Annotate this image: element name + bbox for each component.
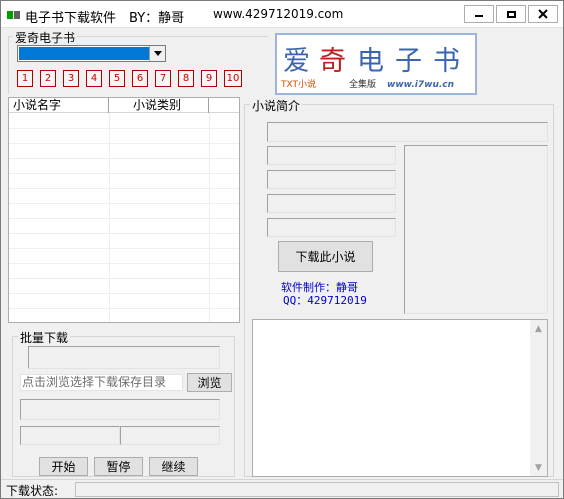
status-value [75,482,559,497]
description-scrollbar[interactable]: ▲ ▼ [530,320,547,476]
dropdown-selection [19,47,149,60]
maximize-button[interactable] [496,5,526,23]
logo-sub-mid: 全集版 [349,80,377,90]
book-source-dropdown[interactable] [17,45,166,62]
download-novel-button[interactable]: 下载此小说 [278,241,373,272]
logo-char: 子 [395,46,422,77]
scroll-down-icon[interactable]: ▼ [530,459,547,476]
novel-author-field [267,146,396,165]
page-button-4[interactable]: 4 [86,70,102,87]
resume-button[interactable]: 继续 [149,457,198,476]
start-button[interactable]: 开始 [39,457,88,476]
scroll-up-icon[interactable]: ▲ [530,320,547,337]
credit-qq: QQ：429712019 [283,294,367,307]
page-button-10[interactable]: 10 [224,70,242,87]
pause-button[interactable]: 暂停 [94,457,143,476]
novel-category-field [267,170,396,189]
save-path-field[interactable]: 点击浏览选择下载保存目录 [20,374,183,391]
window-title: 电子书下载软件 BY：静哥 [25,11,185,26]
batch-progress-right [120,426,220,445]
logo-sub-left: TXT小说 [281,80,317,90]
close-button[interactable] [528,5,558,23]
logo-char: 电 [357,46,384,77]
page-button-8[interactable]: 8 [178,70,194,87]
title-bar: 电子书下载软件 BY：静哥 www.429712019.com [1,1,563,28]
page-button-3[interactable]: 3 [63,70,79,87]
logo-char: 奇 [319,46,346,77]
novel-description-textarea[interactable]: ▲ ▼ [252,319,548,477]
batch-group-label: 批量下载 [18,329,71,346]
column-header-name[interactable]: 小说名字 [9,98,109,113]
minimize-button[interactable] [464,5,494,23]
novel-cover-image [404,145,548,314]
page-button-2[interactable]: 2 [40,70,56,87]
column-header-category[interactable]: 小说类别 [109,98,209,113]
window-url: www.429712019.com [213,7,344,21]
chevron-down-icon[interactable] [149,46,165,61]
app-window: 电子书下载软件 BY：静哥 www.429712019.com 爱奇电子书 1 … [0,0,564,499]
page-button-5[interactable]: 5 [109,70,125,87]
list-header: 小说名字 小说类别 [9,98,239,113]
app-icon [7,11,21,19]
logo-char: 爱 [283,46,310,77]
close-icon [538,9,548,19]
batch-progress-bar [20,399,220,420]
page-button-7[interactable]: 7 [155,70,171,87]
novel-list[interactable]: 小说名字 小说类别 [8,97,240,323]
browse-button[interactable]: 浏览 [187,373,232,392]
novel-title-field [267,122,548,142]
logo-sub-right: www.i7wu.cn [387,80,455,90]
batch-input-field[interactable] [28,346,220,369]
status-bar: 下载状态: [1,479,563,498]
intro-group-label: 小说简介 [250,97,303,114]
source-group-label: 爱奇电子书 [13,29,78,46]
novel-size-field [267,194,396,213]
maximize-icon [506,10,516,18]
minimize-icon [475,15,483,17]
batch-progress-left [20,426,120,445]
page-button-1[interactable]: 1 [17,70,33,87]
logo-char: 书 [433,46,460,77]
novel-status-field [267,218,396,237]
site-logo: 爱 奇 电 子 书 TXT小说 全集版 www.i7wu.cn [275,33,477,95]
page-button-6[interactable]: 6 [132,70,148,87]
page-button-9[interactable]: 9 [201,70,217,87]
status-label: 下载状态: [6,484,59,498]
